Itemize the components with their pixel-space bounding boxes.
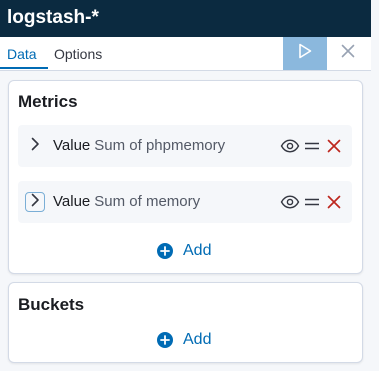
metric-item: Value Sum of memory	[18, 181, 352, 223]
buckets-panel: Buckets Add	[8, 282, 363, 363]
buckets-title: Buckets	[18, 295, 85, 314]
tab-data[interactable]: Data	[7, 45, 37, 63]
apply-changes-button[interactable]	[283, 37, 327, 70]
metrics-title: Metrics	[18, 92, 78, 111]
plus-circle-icon	[157, 332, 173, 348]
chevron-right-icon	[30, 137, 40, 156]
top-header: logstash-*	[0, 0, 371, 37]
chevron-right-icon	[30, 193, 40, 212]
metric-description: Sum of phpmemory	[94, 137, 226, 154]
eye-icon[interactable]	[280, 192, 300, 212]
metric-summary: Value Sum of phpmemory	[53, 137, 225, 155]
index-pattern-title: logstash-*	[7, 7, 99, 28]
metric-actions	[278, 192, 344, 212]
plus-circle-icon	[157, 243, 173, 259]
metrics-panel: Metrics Value Sum of phpmemory Value Sum…	[8, 80, 363, 274]
drag-handle-icon[interactable]	[302, 192, 322, 212]
close-button[interactable]	[336, 41, 360, 65]
metric-actions	[278, 136, 344, 156]
metric-label: Value	[53, 137, 91, 154]
add-bucket-button[interactable]: Add	[157, 331, 211, 349]
drag-handle-icon[interactable]	[302, 136, 322, 156]
metric-label: Value	[53, 193, 91, 210]
active-tab-underline	[0, 67, 48, 69]
eye-icon[interactable]	[280, 136, 300, 156]
add-metric-label: Add	[183, 242, 212, 259]
add-bucket-label: Add	[183, 331, 212, 348]
play-icon	[298, 43, 312, 64]
metric-item: Value Sum of phpmemory	[18, 125, 352, 167]
cross-icon[interactable]	[324, 136, 344, 156]
tab-options[interactable]: Options	[54, 45, 102, 63]
metric-summary: Value Sum of memory	[53, 193, 200, 211]
metric-description: Sum of memory	[94, 193, 201, 210]
metric-toggle-button[interactable]	[25, 192, 45, 212]
add-metric-button[interactable]: Add	[157, 242, 211, 260]
close-icon	[341, 44, 355, 63]
cross-icon[interactable]	[324, 192, 344, 212]
metric-toggle-button[interactable]	[25, 136, 45, 156]
